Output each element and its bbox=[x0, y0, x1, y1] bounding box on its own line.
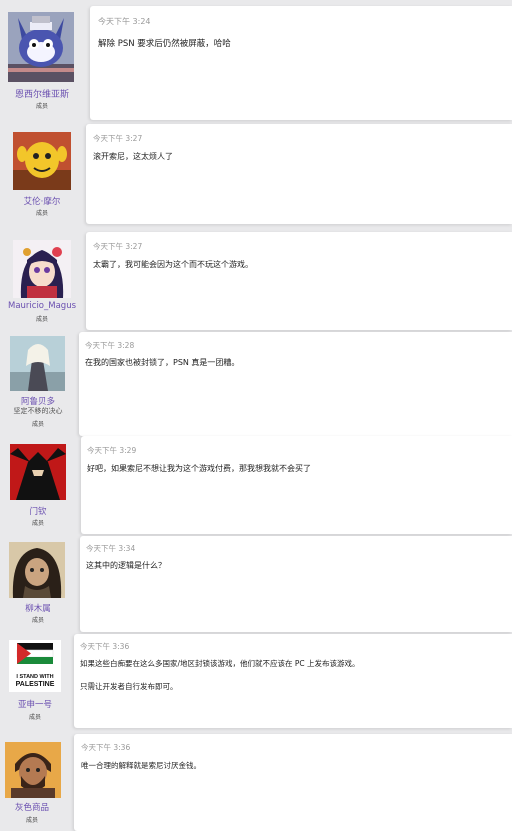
username-link[interactable]: 灰色商品 bbox=[0, 801, 74, 813]
username-link[interactable]: Mauricio_Magus bbox=[0, 301, 84, 311]
user-role: 成员 bbox=[35, 103, 48, 110]
post-card: 今天下午 3:28 在我的国家也被封锁了，PSN 真是一团糟。 bbox=[79, 332, 512, 436]
post-card: 今天下午 3:36 唯一合理的解释就是索尼讨厌金钱。 bbox=[74, 734, 512, 831]
avatar-caption-line: PALESTINE bbox=[15, 681, 55, 688]
user-title: 坚定不移的决心 bbox=[13, 407, 63, 415]
avatar-caption: I STAND WITH PALESTINE bbox=[9, 673, 61, 689]
post-body-text: 这其中的逻辑是什么？ bbox=[86, 561, 166, 570]
post-body-text: 解除 PSN 要求后仍然被屏蔽，哈哈 bbox=[98, 39, 231, 49]
username-link[interactable]: 门钦 bbox=[0, 505, 80, 517]
forum-post: 门钦 成员 今天下午 3:29 好吧，如果索尼不想让我为这个游戏付费，那我想我就… bbox=[0, 434, 512, 534]
post-timestamp[interactable]: 今天下午 3:34 bbox=[86, 543, 135, 554]
avatar[interactable] bbox=[8, 12, 74, 82]
forum-post: Mauricio_Magus 成员 今天下午 3:27 太霸了，我可能会因为这个… bbox=[0, 228, 512, 330]
white-hair-figure-icon bbox=[10, 336, 65, 391]
forum-post: 艾伦·摩尔 成员 今天下午 3:27 滚开索尼，这太烦人了 bbox=[0, 120, 512, 228]
anime-girl-icon bbox=[13, 240, 71, 298]
post-timestamp[interactable]: 今天下午 3:28 bbox=[85, 340, 134, 351]
post-timestamp[interactable]: 今天下午 3:29 bbox=[87, 445, 136, 456]
user-role: 成员 bbox=[35, 316, 48, 323]
post-timestamp[interactable]: 今天下午 3:27 bbox=[93, 133, 142, 144]
post-timestamp[interactable]: 今天下午 3:24 bbox=[98, 16, 151, 27]
blue-cat-mascot-icon bbox=[8, 12, 74, 82]
avatar[interactable] bbox=[10, 336, 65, 391]
avatar[interactable] bbox=[13, 240, 71, 298]
post-card: 今天下午 3:24 解除 PSN 要求后仍然被屏蔽，哈哈 bbox=[90, 6, 512, 120]
post-body-text: 如果这些白痴要在这么多国家/地区封锁该游戏，他们就不应该在 PC 上发布该游戏。 bbox=[80, 659, 360, 668]
yellow-cartoon-character-icon bbox=[13, 132, 71, 190]
user-role: 成员 bbox=[31, 617, 44, 624]
username-link[interactable]: 亚申一号 bbox=[0, 698, 77, 710]
forum-post: 灰色商品 成员 今天下午 3:36 唯一合理的解释就是索尼讨厌金钱。 bbox=[0, 732, 512, 831]
post-card: 今天下午 3:36 如果这些白痴要在这么多国家/地区封锁该游戏，他们就不应该在 … bbox=[74, 634, 512, 728]
post-body-text: 在我的国家也被封锁了，PSN 真是一团糟。 bbox=[85, 358, 240, 367]
username-link[interactable]: 柳木属 bbox=[0, 602, 80, 614]
post-body-text: 唯一合理的解释就是索尼讨厌金钱。 bbox=[81, 761, 201, 770]
post-card: 今天下午 3:27 太霸了，我可能会因为这个而不玩这个游戏。 bbox=[86, 232, 512, 330]
user-role: 成员 bbox=[28, 714, 41, 721]
forum-post: 柳木属 成员 今天下午 3:34 这其中的逻辑是什么？ bbox=[0, 534, 512, 632]
avatar[interactable] bbox=[5, 742, 61, 798]
user-role: 成员 bbox=[31, 520, 44, 527]
post-body-text: 太霸了，我可能会因为这个而不玩这个游戏。 bbox=[93, 260, 253, 269]
post-timestamp[interactable]: 今天下午 3:36 bbox=[81, 742, 130, 753]
forum-post: 阿鲁贝多 坚定不移的决心 成员 今天下午 3:28 在我的国家也被封锁了，PSN… bbox=[0, 328, 512, 436]
post-body-text: 好吧，如果索尼不想让我为这个游戏付费，那我想我就不会买了 bbox=[87, 464, 311, 473]
post-card: 今天下午 3:34 这其中的逻辑是什么？ bbox=[80, 536, 512, 632]
user-role: 成员 bbox=[31, 421, 44, 428]
post-card: 今天下午 3:29 好吧，如果索尼不想让我为这个游戏付费，那我想我就不会买了 bbox=[81, 436, 512, 534]
avatar[interactable] bbox=[13, 132, 71, 190]
username-link[interactable]: 艾伦·摩尔 bbox=[0, 195, 84, 207]
avatar[interactable]: I STAND WITH PALESTINE bbox=[9, 640, 61, 692]
bearded-man-icon bbox=[5, 742, 61, 798]
post-timestamp[interactable]: 今天下午 3:36 bbox=[80, 641, 129, 652]
dark-haired-warrior-icon bbox=[9, 542, 65, 598]
forum-post: 恩西尔维亚斯 成员 今天下午 3:24 解除 PSN 要求后仍然被屏蔽，哈哈 bbox=[0, 0, 512, 120]
red-black-samurai-icon bbox=[10, 444, 66, 500]
user-role: 成员 bbox=[35, 210, 48, 217]
username-link[interactable]: 恩西尔维亚斯 bbox=[0, 87, 84, 100]
post-timestamp[interactable]: 今天下午 3:27 bbox=[93, 241, 142, 252]
avatar[interactable] bbox=[10, 444, 66, 500]
avatar-caption-line: I STAND WITH bbox=[16, 674, 54, 680]
post-body-text: 只需让开发者自行发布即可。 bbox=[80, 682, 178, 691]
avatar[interactable] bbox=[9, 542, 65, 598]
forum-post: I STAND WITH PALESTINE 亚申一号 成员 今天下午 3:36… bbox=[0, 632, 512, 732]
post-body-text: 滚开索尼，这太烦人了 bbox=[93, 152, 173, 161]
post-card: 今天下午 3:27 滚开索尼，这太烦人了 bbox=[86, 124, 512, 224]
user-role: 成员 bbox=[25, 817, 38, 824]
